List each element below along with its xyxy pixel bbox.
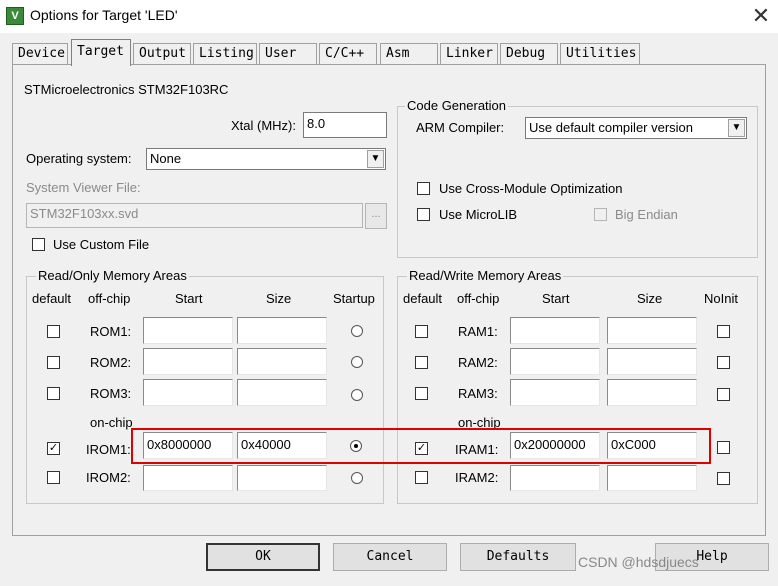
xtal-input[interactable]: 8.0 <box>303 112 387 138</box>
iram2-noinit-checkbox[interactable] <box>717 472 730 485</box>
rom3-startup-radio[interactable] <box>351 389 363 401</box>
rom3-size-input[interactable] <box>237 379 327 406</box>
ram3-noinit-checkbox[interactable] <box>717 388 730 401</box>
irom2-start-input[interactable] <box>143 465 233 491</box>
irom2-startup-radio[interactable] <box>351 472 363 484</box>
rom-header-start: Start <box>175 291 203 306</box>
rom1-size-input[interactable] <box>237 317 327 344</box>
ram2-size-input[interactable] <box>607 348 697 375</box>
microlib-label: Use MicroLIB <box>439 207 518 222</box>
ok-button[interactable]: OK <box>206 543 320 571</box>
ram-header-offchip: off-chip <box>457 291 500 306</box>
rom-areas-title: Read/Only Memory Areas <box>36 268 189 283</box>
tab-utilities[interactable]: Utilities <box>560 43 640 64</box>
ram3-size-input[interactable] <box>607 379 697 406</box>
ram3-label: RAM3: <box>458 386 498 401</box>
rom-header-startup: Startup <box>333 291 375 306</box>
rom1-start-input[interactable] <box>143 317 233 344</box>
chevron-down-icon: ▼ <box>367 150 384 168</box>
chevron-down-icon: ▼ <box>728 119 745 137</box>
rom2-startup-radio[interactable] <box>351 356 363 368</box>
irom2-default-checkbox[interactable] <box>47 471 60 484</box>
rom-onchip-label: on-chip <box>90 415 133 430</box>
rom3-default-checkbox[interactable] <box>47 387 60 400</box>
tab-output[interactable]: Output <box>133 43 191 64</box>
annotation-highlight-box <box>131 428 711 464</box>
big-endian-checkbox <box>594 208 607 221</box>
cross-module-label: Use Cross-Module Optimization <box>439 181 623 196</box>
tab-asm[interactable]: Asm <box>380 43 438 64</box>
ram2-default-checkbox[interactable] <box>415 356 428 369</box>
cross-module-checkbox[interactable] <box>417 182 430 195</box>
ram-header-default: default <box>403 291 443 306</box>
svd-label: System Viewer File: <box>26 180 141 195</box>
compiler-label: ARM Compiler: <box>416 120 505 135</box>
ram-areas-title: Read/Write Memory Areas <box>407 268 564 283</box>
microlib-checkbox[interactable] <box>417 208 430 221</box>
window-title: Options for Target 'LED' <box>30 7 178 23</box>
rom2-label: ROM2: <box>90 355 132 370</box>
irom1-label: IROM1: <box>86 442 131 457</box>
rom1-default-checkbox[interactable] <box>47 325 60 338</box>
tab-debug[interactable]: Debug <box>500 43 558 64</box>
os-label: Operating system: <box>26 151 132 166</box>
iram2-default-checkbox[interactable] <box>415 471 428 484</box>
svd-file-field: STM32F103xx.svd <box>26 203 363 228</box>
device-name: STMicroelectronics STM32F103RC <box>24 82 229 97</box>
ram3-start-input[interactable] <box>510 379 600 406</box>
ram2-label: RAM2: <box>458 355 498 370</box>
tab-target[interactable]: Target <box>71 39 131 66</box>
svd-browse-button: ... <box>365 203 387 229</box>
close-icon[interactable]: ✕ <box>751 3 771 29</box>
watermark: CSDN @hdsdjuecs <box>578 554 699 570</box>
rom-header-offchip: off-chip <box>88 291 131 306</box>
irom2-label: IROM2: <box>86 470 131 485</box>
ram1-size-input[interactable] <box>607 317 697 344</box>
irom1-default-checkbox[interactable]: ✓ <box>47 442 60 455</box>
check-icon: ✓ <box>48 442 59 454</box>
rom2-default-checkbox[interactable] <box>47 356 60 369</box>
custom-file-checkbox[interactable] <box>32 238 45 251</box>
rom2-start-input[interactable] <box>143 348 233 375</box>
big-endian-label: Big Endian <box>615 207 678 222</box>
ram1-start-input[interactable] <box>510 317 600 344</box>
rom3-start-input[interactable] <box>143 379 233 406</box>
ram3-default-checkbox[interactable] <box>415 387 428 400</box>
tab-listing[interactable]: Listing <box>193 43 257 64</box>
ram1-label: RAM1: <box>458 324 498 339</box>
rom-header-default: default <box>32 291 72 306</box>
ram-header-size: Size <box>637 291 663 306</box>
iram2-label: IRAM2: <box>455 470 499 485</box>
xtal-label: Xtal (MHz): <box>231 118 296 133</box>
defaults-button[interactable]: Defaults <box>460 543 576 571</box>
os-select-value: None <box>150 151 182 166</box>
iram1-noinit-checkbox[interactable] <box>717 441 730 454</box>
iram2-size-input[interactable] <box>607 465 697 491</box>
iram2-start-input[interactable] <box>510 465 600 491</box>
tab-user[interactable]: User <box>259 43 317 64</box>
tab-device[interactable]: Device <box>12 43 68 64</box>
os-select[interactable]: None ▼ <box>146 148 386 170</box>
rom3-label: ROM3: <box>90 386 132 401</box>
ram1-noinit-checkbox[interactable] <box>717 325 730 338</box>
compiler-select-value: Use default compiler version <box>529 120 694 135</box>
tab-cc[interactable]: C/C++ <box>319 43 377 64</box>
rom-header-size: Size <box>266 291 292 306</box>
rom2-size-input[interactable] <box>237 348 327 375</box>
rom1-label: ROM1: <box>90 324 132 339</box>
custom-file-label: Use Custom File <box>53 237 150 252</box>
ram2-start-input[interactable] <box>510 348 600 375</box>
tab-linker[interactable]: Linker <box>440 43 498 64</box>
code-generation-title: Code Generation <box>405 98 509 113</box>
compiler-select[interactable]: Use default compiler version ▼ <box>525 117 747 139</box>
ram2-noinit-checkbox[interactable] <box>717 356 730 369</box>
ram-header-noinit: NoInit <box>704 291 738 306</box>
cancel-button[interactable]: Cancel <box>333 543 447 571</box>
rom1-startup-radio[interactable] <box>351 325 363 337</box>
ram1-default-checkbox[interactable] <box>415 325 428 338</box>
ram-header-start: Start <box>542 291 570 306</box>
irom2-size-input[interactable] <box>237 465 327 491</box>
keil-app-icon: V <box>6 7 24 25</box>
